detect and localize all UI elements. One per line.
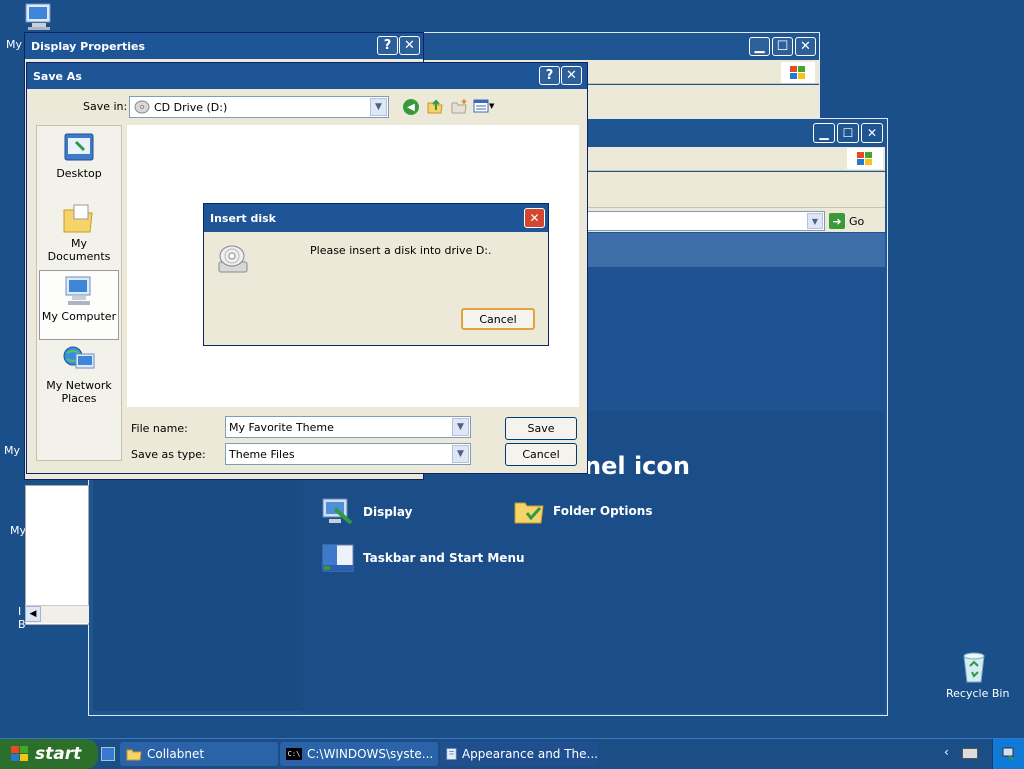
help-button[interactable]: ? [377, 36, 398, 55]
save-in-combo[interactable]: CD Drive (D:) ▼ [129, 96, 389, 118]
display-properties-title: Display Properties [31, 39, 146, 53]
places-my-documents[interactable]: My Documents [39, 202, 119, 266]
help-button[interactable]: ? [539, 66, 560, 85]
desktop-icon [64, 133, 94, 161]
maximize-button[interactable]: ☐ [837, 123, 859, 143]
display-link-label: Display [363, 505, 413, 519]
folder-icon [126, 749, 142, 761]
inner-list-panel [25, 485, 89, 625]
insert-disk-titlebar: Insert disk ✕ [204, 204, 548, 232]
desktop-label-my-3: My [10, 524, 27, 537]
places-bar: Desktop My Documents My Computer My Netw… [36, 125, 122, 461]
places-desktop-label: Desktop [56, 167, 102, 180]
places-my-computer[interactable]: My Computer [39, 270, 119, 340]
views-menu-icon[interactable]: ▼ [473, 98, 494, 114]
horizontal-scrollbar[interactable]: ◀ [25, 605, 89, 623]
network-globe-icon [63, 346, 95, 369]
my-computer-desktop-icon[interactable] [22, 2, 56, 35]
go-label: Go [849, 214, 865, 228]
places-desktop[interactable]: Desktop [39, 132, 119, 194]
keyboard-icon[interactable] [962, 748, 978, 759]
file-name-value: My Favorite Theme [229, 420, 334, 434]
file-name-label: File name: [131, 422, 188, 435]
recycle-bin-label: Recycle Bin [946, 687, 1010, 700]
places-my-computer-label: My Computer [41, 310, 117, 323]
folder-options-link[interactable]: Folder Options [513, 497, 652, 525]
save-type-label: Save as type: [131, 448, 206, 461]
save-button[interactable]: Save [505, 417, 577, 440]
save-as-titlebar: Save As ? ✕ [27, 63, 587, 89]
minimize-button[interactable]: ▁ [813, 123, 835, 143]
minimize-button[interactable]: ▁ [749, 37, 770, 56]
insert-disk-title: Insert disk [210, 211, 276, 225]
windows-flag-icon [11, 746, 28, 761]
cd-drive-icon [134, 100, 150, 114]
close-button[interactable]: ✕ [795, 37, 816, 56]
task-command-prompt-label: C:\WINDOWS\syste... [307, 747, 434, 761]
display-properties-titlebar: Display Properties ? ✕ [25, 33, 423, 59]
back-button[interactable]: ◀ [403, 99, 419, 115]
task-appearance-themes[interactable]: Appearance and The... [440, 742, 598, 766]
display-icon [322, 498, 353, 525]
go-button[interactable]: ➜ Go [829, 211, 873, 231]
save-in-value: CD Drive (D:) [154, 100, 228, 114]
desktop-label-my: My [6, 38, 23, 51]
computer-icon [65, 276, 91, 305]
tray-chevron-icon[interactable]: ‹ [944, 745, 949, 759]
places-my-network-label: My Network Places [46, 379, 112, 405]
close-button[interactable]: ✕ [861, 123, 883, 143]
go-arrow-icon: ➜ [829, 213, 845, 229]
places-my-network[interactable]: My Network Places [39, 344, 119, 424]
up-folder-icon[interactable] [427, 98, 443, 117]
chevron-down-icon[interactable]: ▼ [452, 445, 469, 463]
maximize-button[interactable]: ☐ [772, 37, 793, 56]
chevron-down-icon[interactable]: ▼ [370, 98, 387, 116]
cd-drive-icon [216, 242, 250, 279]
desktop-label-frag-a: I [18, 605, 22, 618]
command-prompt-icon: C:\ [286, 748, 302, 760]
pick-icon-heading: nel icon [584, 452, 690, 480]
cancel-button[interactable]: Cancel [461, 308, 535, 330]
quick-launch-icon[interactable] [101, 747, 115, 761]
taskbar-start-menu-icon [322, 544, 354, 572]
display-link[interactable]: Display [321, 497, 412, 527]
cancel-button[interactable]: Cancel [505, 443, 577, 466]
save-type-select[interactable]: Theme Files ▼ [225, 443, 471, 465]
network-icon[interactable] [1001, 746, 1017, 762]
windows-flag-icon [847, 148, 883, 169]
places-my-documents-label: My Documents [47, 237, 111, 263]
close-button[interactable]: ✕ [561, 66, 582, 85]
address-dropdown-button[interactable]: ▼ [807, 213, 823, 229]
chevron-down-icon[interactable]: ▼ [452, 418, 469, 436]
windows-flag-icon [781, 62, 815, 83]
close-button[interactable]: ✕ [399, 36, 420, 55]
task-command-prompt[interactable]: C:\ C:\WINDOWS\syste... [280, 742, 438, 766]
new-folder-icon[interactable] [451, 98, 469, 117]
save-as-title: Save As [33, 69, 82, 83]
task-collabnet[interactable]: Collabnet [120, 742, 278, 766]
scroll-left-icon[interactable]: ◀ [25, 606, 41, 622]
save-in-label: Save in: [83, 100, 128, 113]
recycle-bin-desktop-icon[interactable] [958, 650, 990, 687]
start-button[interactable]: start [0, 739, 98, 769]
taskbar-start-menu-link-label: Taskbar and Start Menu [363, 551, 525, 565]
task-appearance-themes-label: Appearance and The... [461, 747, 598, 761]
control-panel-icon [446, 748, 457, 760]
folder-options-icon [514, 502, 544, 524]
system-tray [992, 739, 1024, 769]
taskbar-start-menu-link[interactable]: Taskbar and Start Menu [321, 543, 525, 573]
file-name-field[interactable]: My Favorite Theme ▼ [225, 416, 471, 438]
insert-disk-message: Please insert a disk into drive D:. [310, 244, 492, 257]
my-documents-icon [63, 204, 93, 233]
insert-disk-dialog: Insert disk ✕ Please insert a disk into … [203, 203, 549, 346]
taskbar: start Collabnet C:\ C:\WINDOWS\syste... … [0, 738, 1024, 769]
start-label: start [35, 744, 82, 764]
save-type-value: Theme Files [229, 447, 295, 461]
close-button[interactable]: ✕ [524, 208, 545, 228]
task-collabnet-label: Collabnet [147, 747, 205, 761]
folder-options-link-label: Folder Options [553, 504, 653, 518]
